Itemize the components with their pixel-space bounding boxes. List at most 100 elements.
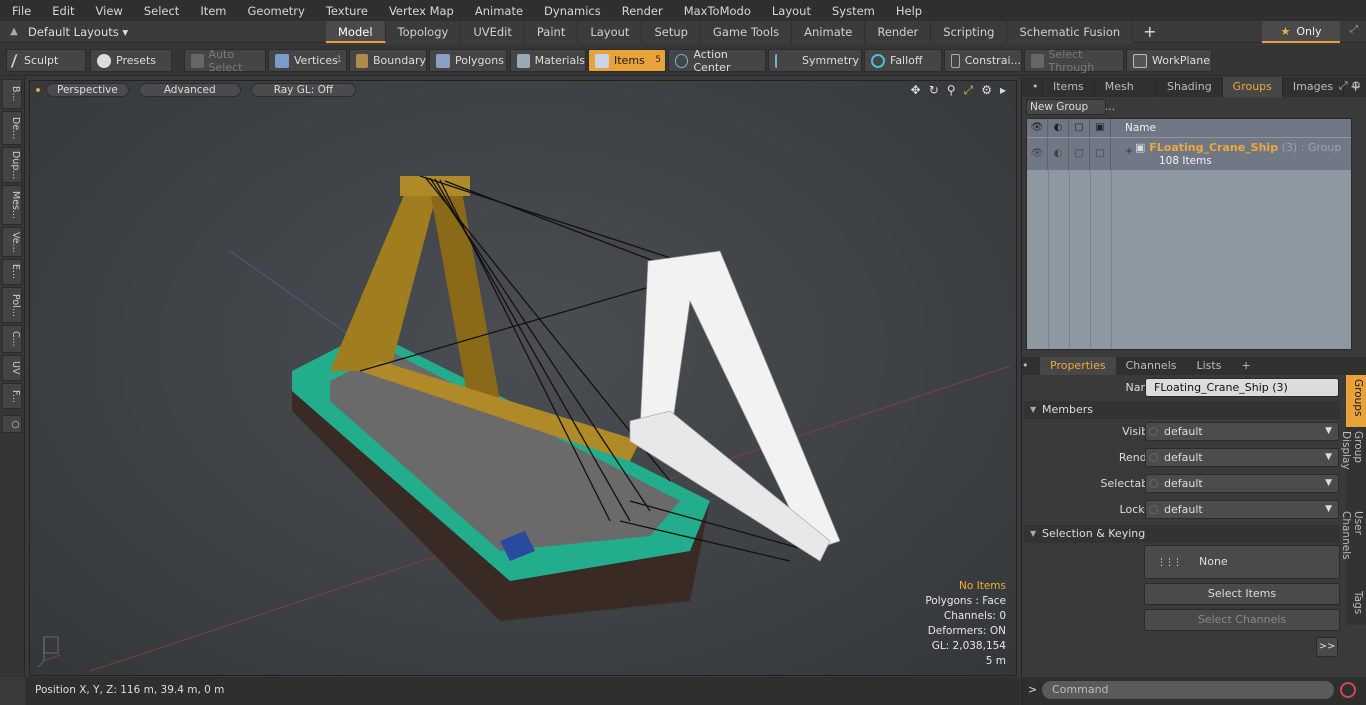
none-selection-button[interactable]: ⋮⋮⋮ None (1144, 545, 1340, 579)
workplane-button[interactable]: WorkPlane (1126, 49, 1212, 72)
menu-view[interactable]: View (84, 4, 132, 18)
zoom-icon[interactable]: ⚲ (947, 83, 956, 98)
sculpt-button[interactable]: Sculpt (6, 49, 86, 72)
left-tab-deform[interactable]: De... (2, 111, 22, 145)
layout-preset-dropdown[interactable]: Default Layouts ▾ (28, 25, 128, 39)
expand-icon[interactable]: ⤢ (1350, 24, 1358, 35)
left-tab-mesh-edit[interactable]: Mes... (2, 185, 22, 225)
select-channels-button[interactable]: Select Channels (1144, 609, 1340, 631)
tab-groups[interactable]: Groups (1222, 77, 1283, 97)
group-row[interactable]: 👁 ◐ □ □ + ▣ FLoating_Crane_Ship (3) : Gr… (1027, 138, 1351, 170)
tab-scripting[interactable]: Scripting (931, 20, 1008, 43)
viewport-more-icon[interactable]: ▸ (1000, 83, 1006, 98)
side-tab-tags[interactable]: Tags (1346, 587, 1366, 621)
visible-dropdown[interactable]: default ▼ (1145, 422, 1339, 441)
left-tab-duplicate[interactable]: Dup... (2, 147, 22, 183)
row-render-icon[interactable]: ◐ (1048, 138, 1069, 170)
symmetry-button[interactable]: Symmetry (768, 49, 862, 72)
locked-dropdown[interactable]: default ▼ (1145, 500, 1339, 519)
left-tab-more-icon[interactable]: ○ (2, 415, 22, 433)
view-mode-dropdown[interactable]: Perspective (46, 83, 129, 97)
group-name-field[interactable]: FLoating_Crane_Ship (3) (1145, 378, 1339, 397)
tab-properties[interactable]: Properties (1040, 357, 1116, 375)
menu-item[interactable]: Item (188, 4, 235, 18)
fit-icon[interactable]: ⤢ (964, 83, 974, 98)
row-selectable-icon[interactable]: □ (1069, 138, 1090, 170)
tab-layout[interactable]: Layout (578, 20, 643, 43)
tab-topology[interactable]: Topology (385, 20, 462, 43)
tab-game-tools[interactable]: Game Tools (700, 20, 793, 43)
panel-menu-dot-icon[interactable]: • (1022, 77, 1043, 97)
materials-button[interactable]: Materials (510, 49, 586, 72)
select-items-button[interactable]: Select Items (1144, 583, 1340, 605)
render-icon[interactable]: ◐ (1048, 119, 1069, 137)
selectable-icon[interactable]: ▢ (1069, 119, 1090, 137)
command-input[interactable]: Command (1042, 681, 1334, 699)
menu-edit[interactable]: Edit (40, 4, 83, 18)
new-group-button[interactable]: New Group (1026, 99, 1106, 115)
row-lock-icon[interactable]: □ (1090, 138, 1111, 170)
menu-layout[interactable]: Layout (760, 4, 820, 18)
tab-items[interactable]: Items (1043, 77, 1095, 97)
groups-scrollbar[interactable] (1354, 118, 1362, 350)
selectable-dropdown[interactable]: default ▼ (1145, 474, 1339, 493)
tab-paint[interactable]: Paint (524, 20, 579, 43)
panel-expand-icon[interactable]: ⤢ ⚙ (1339, 79, 1361, 93)
render-dropdown[interactable]: default ▼ (1145, 448, 1339, 467)
tab-render[interactable]: Render (865, 20, 932, 43)
left-tab-edge[interactable]: E... (2, 259, 22, 285)
left-tab-polygon[interactable]: Pol... (2, 287, 22, 323)
menu-help[interactable]: Help (884, 4, 931, 18)
menu-maxtomodo[interactable]: MaxToModo (672, 4, 760, 18)
row-eye-icon[interactable]: 👁 (1027, 138, 1048, 170)
tab-animate[interactable]: Animate (792, 20, 866, 43)
tab-lists[interactable]: Lists (1187, 357, 1232, 375)
tab-shading[interactable]: Shading (1157, 77, 1223, 97)
constraints-button[interactable]: Constrai... (944, 49, 1022, 72)
menu-select[interactable]: Select (132, 4, 188, 18)
menu-file[interactable]: File (0, 4, 40, 18)
visibility-eye-icon[interactable]: 👁 (1027, 119, 1048, 137)
side-tab-groups[interactable]: Groups (1346, 375, 1366, 427)
presets-button[interactable]: Presets (90, 49, 172, 72)
vertices-button[interactable]: Vertices 1 (268, 49, 347, 72)
tab-setup[interactable]: Setup (642, 20, 701, 43)
record-macro-icon[interactable] (1340, 682, 1356, 698)
only-toggle[interactable]: ★ Only (1262, 21, 1340, 43)
left-tab-uv[interactable]: UV (2, 355, 22, 381)
add-properties-tab-icon[interactable]: + (1231, 357, 1260, 375)
tab-schematic-fusion[interactable]: Schematic Fusion (1007, 20, 1134, 43)
lock-icon[interactable]: ▣ (1090, 119, 1111, 137)
side-tab-user-channels[interactable]: User Channels (1340, 507, 1366, 587)
tab-mesh[interactable]: Mesh ... (1095, 77, 1157, 113)
expand-plus-icon[interactable]: + (1125, 146, 1133, 157)
add-tab-icon[interactable]: + (1133, 21, 1166, 43)
pan-icon[interactable]: ✥ (911, 83, 921, 98)
items-button[interactable]: Items 5 (588, 49, 666, 72)
menu-render[interactable]: Render (610, 4, 672, 18)
left-tab-fusion[interactable]: F... (2, 383, 22, 409)
more-button[interactable]: >> (1316, 637, 1338, 657)
viewport-menu-dot-icon[interactable] (36, 88, 40, 92)
auto-select-button[interactable]: Auto Select (184, 48, 266, 74)
select-through-button[interactable]: Select Through (1024, 48, 1124, 74)
viewport-settings-icon[interactable]: ⚙ (981, 83, 992, 98)
menu-geometry[interactable]: Geometry (236, 4, 314, 18)
boundary-button[interactable]: Boundary (349, 49, 427, 72)
rotate-icon[interactable]: ↻ (929, 83, 939, 98)
tab-model[interactable]: Model (326, 20, 386, 43)
menu-texture[interactable]: Texture (314, 4, 377, 18)
tab-channels[interactable]: Channels (1116, 357, 1187, 375)
shading-dropdown[interactable]: Advanced (138, 83, 241, 97)
3d-viewport[interactable]: Perspective Advanced Ray GL: Off ✥ ↻ ⚲ ⤢… (29, 80, 1017, 676)
left-tab-curve[interactable]: C... (2, 325, 22, 353)
falloff-button[interactable]: Falloff (864, 49, 942, 72)
action-center-button[interactable]: Action Center (668, 48, 766, 74)
menu-system[interactable]: System (820, 4, 884, 18)
menu-animate[interactable]: Animate (463, 4, 532, 18)
menu-vertex-map[interactable]: Vertex Map (377, 4, 463, 18)
tab-images[interactable]: Images (1283, 77, 1345, 97)
left-tab-basic[interactable]: B... (2, 79, 22, 109)
menu-dynamics[interactable]: Dynamics (532, 4, 610, 18)
properties-menu-dot-icon[interactable]: • (1022, 357, 1040, 375)
